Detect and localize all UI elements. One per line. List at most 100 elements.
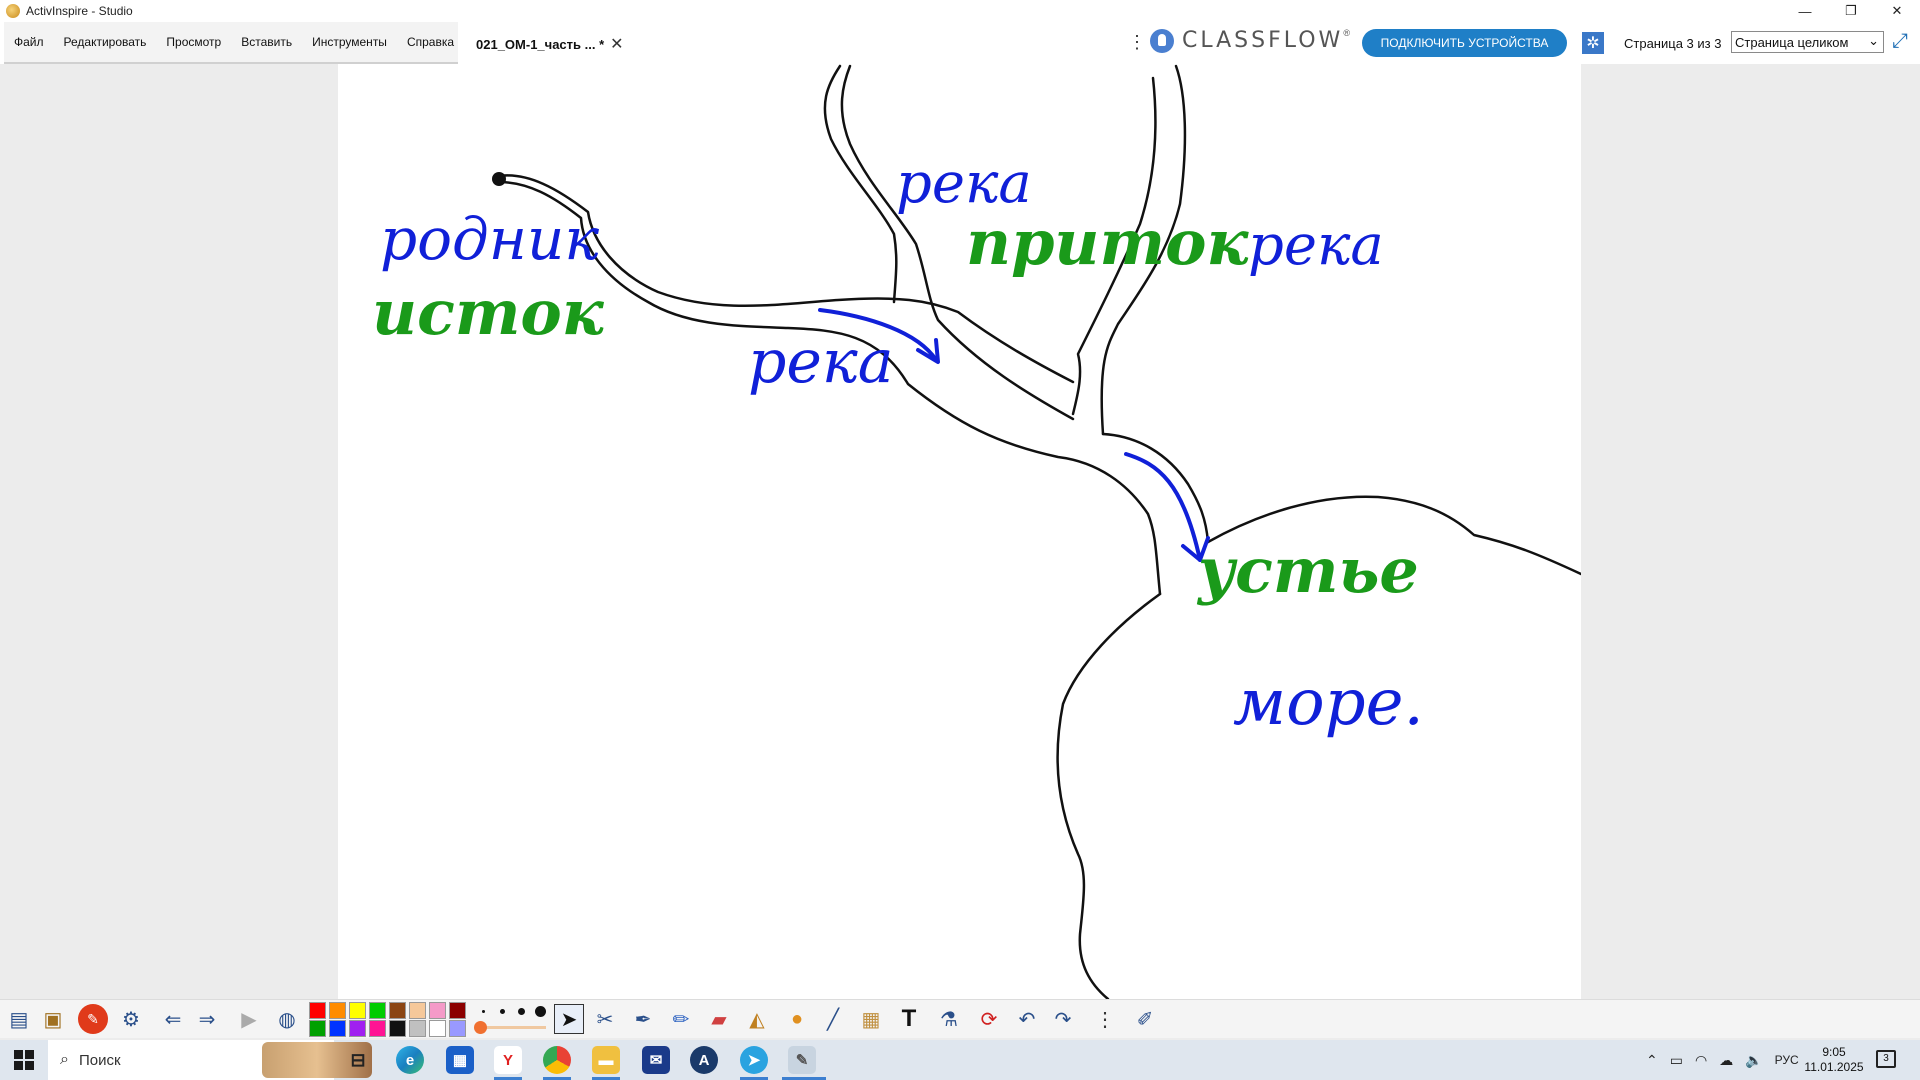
pin-toolbox-icon[interactable]: ✐ (1130, 1004, 1160, 1034)
title-bar: ActivInspire - Studio — ❐ ✕ (0, 0, 1920, 22)
pen-width-2[interactable] (500, 1009, 505, 1014)
restore-button[interactable]: ❐ (1828, 0, 1874, 22)
pen-width-4[interactable] (535, 1006, 546, 1017)
shape-icon[interactable]: ● (782, 1004, 812, 1034)
color-peach[interactable] (409, 1002, 426, 1019)
window-title: ActivInspire - Studio (26, 4, 133, 18)
menu-row: Файл Редактировать Просмотр Вставить Инс… (0, 22, 1920, 64)
main-menu-icon[interactable]: ▤ (4, 1004, 34, 1034)
volume-icon[interactable]: 🔈 (1745, 1052, 1762, 1069)
camera-icon[interactable]: ▦ (856, 1004, 886, 1034)
edge-browser-icon[interactable]: e (396, 1046, 424, 1074)
tributary-left-bank (823, 64, 898, 304)
desktop-annotate-icon[interactable]: ⚙ (116, 1004, 146, 1034)
color-blue[interactable] (329, 1020, 346, 1037)
connect-devices-button[interactable]: ПОДКЛЮЧИТЬ УСТРОЙСТВА (1362, 29, 1567, 57)
next-page-icon[interactable]: ⇒ (192, 1004, 222, 1034)
notification-center-icon[interactable]: 3 (1876, 1050, 1896, 1068)
mail-icon[interactable]: ✉ (642, 1046, 670, 1074)
color-magenta[interactable] (369, 1020, 386, 1037)
connector-icon[interactable]: ╱ (818, 1004, 848, 1034)
menu-file[interactable]: Файл (4, 21, 54, 63)
color-purple[interactable] (349, 1020, 366, 1037)
fill-icon[interactable]: ◭ (742, 1004, 772, 1034)
search-label: Поиск (78, 1051, 121, 1069)
more-tools-icon[interactable]: ⋮ (1090, 1004, 1120, 1034)
telegram-icon[interactable]: ➤ (740, 1046, 768, 1074)
color-green[interactable] (369, 1002, 386, 1019)
activinspire-taskbar-icon[interactable]: A (690, 1046, 718, 1074)
color-gray[interactable] (409, 1020, 426, 1037)
network-settings-icon[interactable]: ✲ (1582, 32, 1604, 54)
classflow-rocket-icon (1150, 28, 1174, 53)
chrome-icon[interactable] (543, 1046, 571, 1074)
color-black[interactable] (389, 1020, 406, 1037)
color-yellow[interactable] (349, 1002, 366, 1019)
color-pink[interactable] (429, 1002, 446, 1019)
canvas-area: родник исток река приток река река устье… (0, 64, 1920, 999)
play-icon[interactable]: ▶ (234, 1004, 264, 1034)
previous-page-icon[interactable]: ⇐ (158, 1004, 188, 1034)
flipchart-page[interactable]: родник исток река приток река река устье… (338, 64, 1581, 999)
color-white[interactable] (429, 1020, 446, 1037)
undo-icon[interactable]: ↶ (1012, 1004, 1042, 1034)
color-orange[interactable] (329, 1002, 346, 1019)
windows-start-icon[interactable] (14, 1050, 34, 1070)
browsers-icon[interactable]: ▣ (38, 1004, 68, 1034)
eraser-icon[interactable]: ▰ (704, 1004, 734, 1034)
redo-icon[interactable]: ↷ (1048, 1004, 1078, 1034)
store-icon[interactable]: ▦ (446, 1046, 474, 1074)
system-tray: ⌃ ▭ ◠ ☁ 🔈 РУС (1646, 1040, 1811, 1080)
magic-ink-icon[interactable]: ✂ (590, 1004, 620, 1034)
yandex-browser-icon[interactable]: Y (494, 1046, 522, 1074)
menu-view[interactable]: Просмотр (156, 21, 231, 63)
classflow-logo[interactable]: CLASSFLOW ® (1150, 28, 1350, 53)
select-tool-icon[interactable]: ➤ (554, 1004, 584, 1034)
task-view-icon[interactable]: ⊟ (344, 1046, 372, 1074)
fullscreen-icon[interactable]: ⤢ (1892, 30, 1908, 53)
reset-icon[interactable]: ✎ (78, 1004, 108, 1034)
globe-icon[interactable]: ◍ (272, 1004, 302, 1034)
page-indicator: Страница 3 из 3 (1624, 36, 1722, 51)
menu-insert[interactable]: Вставить (231, 21, 302, 63)
onedrive-icon[interactable]: ☁ (1719, 1052, 1733, 1069)
wifi-icon[interactable]: ◠ (1695, 1052, 1707, 1069)
color-lavender[interactable] (449, 1020, 466, 1037)
file-explorer-icon[interactable]: ▬ (592, 1046, 620, 1074)
document-tab[interactable]: 021_ОМ-1_часть ... * ✕ (462, 26, 637, 62)
pen-width-slider-thumb[interactable] (474, 1021, 487, 1034)
color-dark-red[interactable] (449, 1002, 466, 1019)
zoom-select[interactable]: Страница целиком ⌄ (1731, 31, 1884, 53)
clock-time: 9:05 (1822, 1045, 1846, 1059)
classflow-trademark: ® (1343, 28, 1350, 38)
pen-width-3[interactable] (518, 1008, 525, 1015)
tray-device-icon[interactable]: ▭ (1670, 1052, 1683, 1069)
close-window-button[interactable]: ✕ (1874, 0, 1920, 22)
sea-coast-left (1056, 592, 1162, 999)
color-red[interactable] (309, 1002, 326, 1019)
color-dark-green[interactable] (309, 1020, 326, 1037)
clear-icon[interactable]: ⚗ (934, 1004, 964, 1034)
menu-edit[interactable]: Редактировать (54, 21, 157, 63)
highlighter-icon[interactable]: ✏ (666, 1004, 696, 1034)
revert-icon[interactable]: ⟳ (974, 1004, 1004, 1034)
taskbar-search[interactable]: ⌕ Поиск (48, 1040, 372, 1080)
pen-icon[interactable]: ✒ (628, 1004, 658, 1034)
pen-width-1[interactable] (482, 1010, 485, 1013)
classflow-brand-text: CLASSFLOW (1182, 28, 1344, 53)
pen-width-slider[interactable] (478, 1026, 546, 1029)
menu-bar: Файл Редактировать Просмотр Вставить Инс… (4, 22, 458, 64)
taskbar-clock[interactable]: 9:05 11.01.2025 (1794, 1045, 1874, 1075)
activinspire-studio-icon[interactable]: ✎ (788, 1046, 816, 1074)
text-tool-icon[interactable]: T (894, 1004, 924, 1034)
menu-help[interactable]: Справка (397, 21, 464, 63)
chevron-down-icon: ⌄ (1868, 33, 1879, 48)
color-brown[interactable] (389, 1002, 406, 1019)
tray-expand-icon[interactable]: ⌃ (1646, 1052, 1658, 1069)
document-tab-label: 021_ОМ-1_часть ... * (476, 36, 605, 52)
menu-tools[interactable]: Инструменты (302, 21, 397, 63)
tab-close-icon[interactable]: ✕ (610, 34, 623, 54)
minimize-button[interactable]: — (1782, 0, 1828, 22)
more-options-icon[interactable]: ⋮ (1128, 30, 1146, 54)
label-tributary: приток (966, 206, 1249, 279)
